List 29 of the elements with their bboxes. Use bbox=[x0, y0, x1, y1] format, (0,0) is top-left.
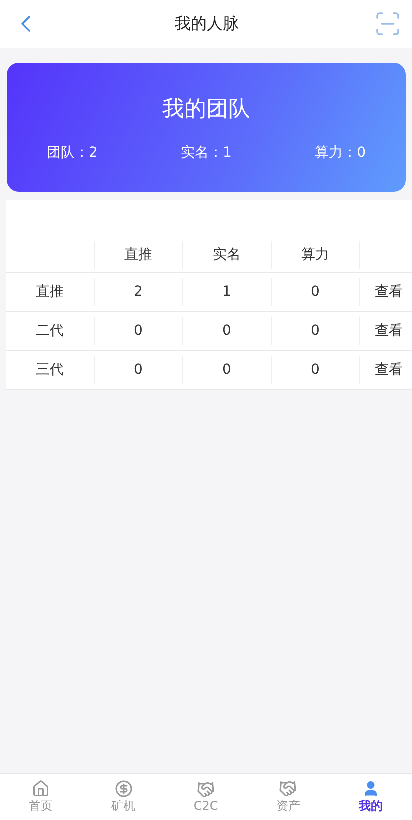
team-stat: 团队：2 bbox=[47, 144, 98, 162]
column-header: 算力 bbox=[271, 241, 359, 269]
table-cell: 0 bbox=[94, 317, 182, 345]
team-stat: 实名：1 bbox=[181, 144, 232, 162]
home-icon bbox=[32, 780, 50, 798]
column-header: 直推 bbox=[94, 241, 182, 269]
row-label: 二代 bbox=[35, 322, 65, 341]
row-label: 三代 bbox=[35, 361, 65, 380]
table-cell: 0 bbox=[182, 317, 271, 345]
view-link[interactable]: 查看 bbox=[359, 278, 412, 306]
table-cell: 0 bbox=[271, 278, 359, 306]
table-cell: 0 bbox=[182, 356, 271, 384]
coin-icon bbox=[114, 780, 133, 798]
table-cell: 0 bbox=[271, 317, 359, 345]
scan-icon[interactable] bbox=[374, 10, 402, 38]
handshake-icon bbox=[197, 781, 216, 799]
team-stat: 算力：0 bbox=[315, 144, 366, 162]
handshake-icon bbox=[279, 780, 298, 798]
tab-item[interactable]: 我的 bbox=[330, 774, 412, 820]
table-cell: 1 bbox=[182, 278, 271, 306]
column-header: 实名 bbox=[182, 241, 271, 269]
view-link[interactable]: 查看 bbox=[359, 356, 412, 384]
table-cell: 0 bbox=[271, 356, 359, 384]
table-cell: 0 bbox=[94, 356, 182, 384]
page-title: 我的人脉 bbox=[175, 14, 239, 34]
row-label: 直推 bbox=[35, 283, 65, 302]
view-link[interactable]: 查看 bbox=[359, 317, 412, 345]
table-cell: 2 bbox=[94, 278, 182, 306]
card-title: 我的团队 bbox=[162, 96, 250, 124]
